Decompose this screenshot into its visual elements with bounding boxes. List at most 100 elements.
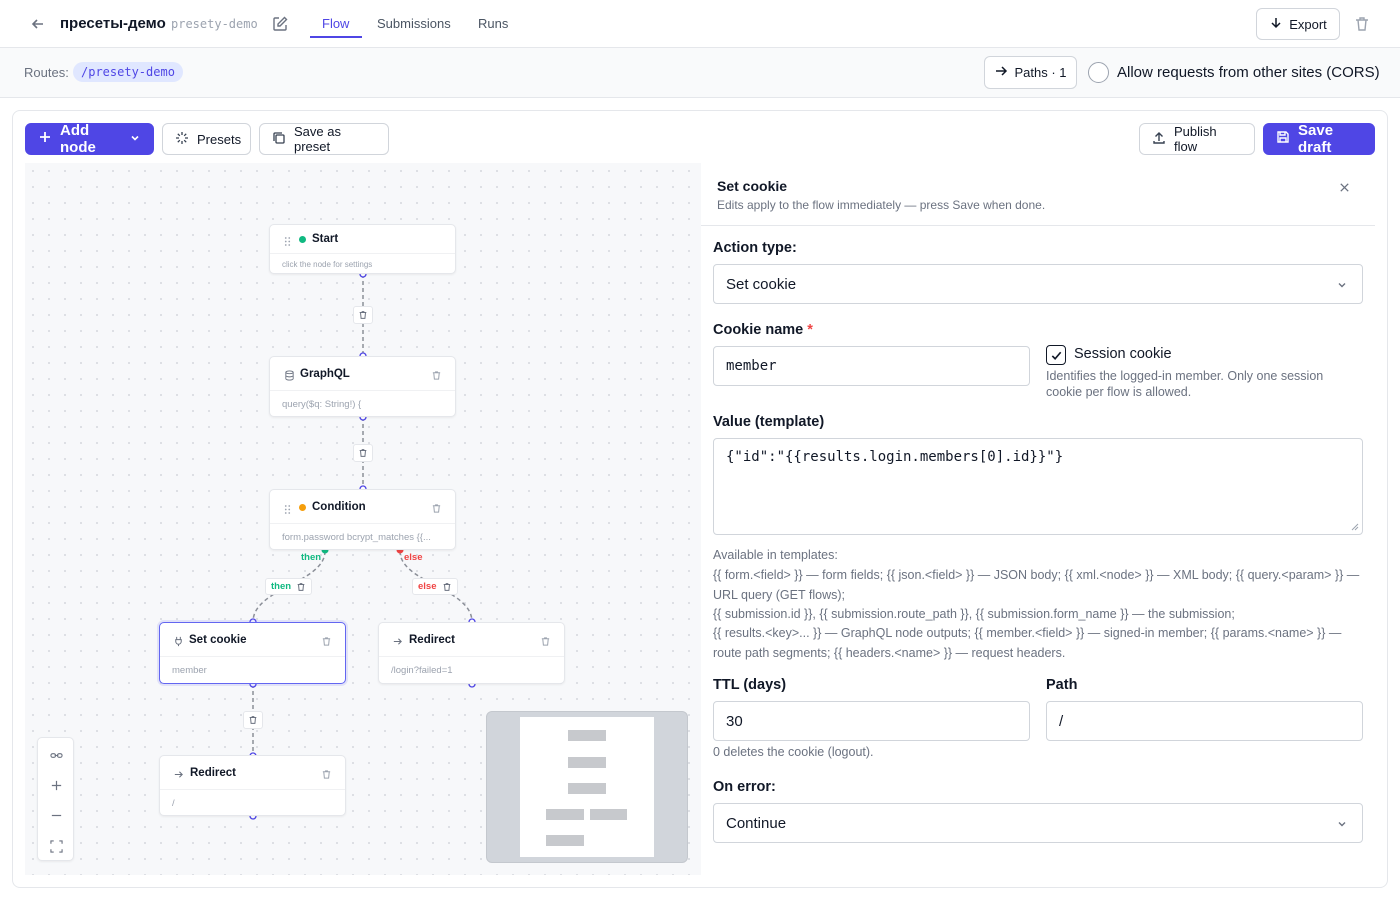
- routes-bar: Routes: /presety-demo Paths · 1 Allow re…: [0, 48, 1400, 98]
- arrow-right-icon: [173, 767, 185, 779]
- node-subtitle: /: [172, 798, 175, 809]
- value-template-label: Value (template): [713, 414, 825, 430]
- delete-node-trash-icon[interactable]: [431, 501, 443, 513]
- chevron-down-icon: [129, 131, 141, 148]
- edge-delete-button[interactable]: [353, 444, 373, 462]
- zoom-out-icon[interactable]: [47, 806, 65, 824]
- action-type-value: Set cookie: [726, 275, 797, 293]
- flow-slug: presety-demo: [171, 17, 258, 31]
- trash-icon: [443, 582, 450, 591]
- delete-node-trash-icon[interactable]: [321, 767, 333, 779]
- edge-delete-button[interactable]: [353, 306, 373, 324]
- edit-icon[interactable]: [271, 15, 289, 33]
- add-node-button[interactable]: Add node: [25, 122, 154, 156]
- export-button[interactable]: Export: [1256, 8, 1340, 40]
- cookie-name-label-text: Cookie name: [713, 322, 804, 338]
- minimap[interactable]: [486, 711, 688, 863]
- node-header: Condition: [270, 490, 455, 524]
- arrow-right-icon: [392, 634, 404, 646]
- node-title: Start: [312, 233, 339, 245]
- node-redirect-end[interactable]: Redirect /: [159, 755, 346, 816]
- top-bar: пресеты-демо presety-demo Flow Submissio…: [0, 0, 1400, 48]
- trash-icon: [249, 716, 257, 724]
- trash-icon: [297, 582, 305, 591]
- chevron-down-icon: [1336, 817, 1348, 829]
- action-type-select[interactable]: Set cookie: [713, 264, 1363, 304]
- presets-button[interactable]: Presets: [162, 123, 251, 155]
- minimap-viewport[interactable]: [520, 717, 654, 857]
- flow-title: пресеты-демо: [60, 15, 166, 32]
- node-subtitle: click the node for settings: [282, 260, 373, 269]
- save-as-preset-button[interactable]: Save as preset: [259, 123, 389, 155]
- save-draft-label: Save draft: [1298, 122, 1334, 156]
- required-asterisk: *: [807, 322, 813, 338]
- delete-node-trash-icon[interactable]: [540, 634, 552, 646]
- upload-icon: [1152, 131, 1166, 148]
- ttl-input[interactable]: 30: [713, 701, 1030, 741]
- value-template-textarea[interactable]: {"id":"{{results.login.members[0].id}}"}: [713, 438, 1363, 535]
- drag-handle-icon[interactable]: [284, 502, 291, 520]
- delete-node-trash-icon[interactable]: [321, 634, 333, 646]
- templates-help-line: {{ results.<key>... }} — GraphQL node ou…: [713, 626, 1342, 660]
- node-graphql[interactable]: GraphQL query($q: String!) {: [269, 356, 456, 417]
- checkmark-icon: [1051, 351, 1061, 360]
- save-draft-button[interactable]: Save draft: [1263, 122, 1375, 156]
- resize-handle-icon: [1351, 523, 1359, 531]
- tab-submissions[interactable]: Submissions: [377, 16, 451, 31]
- node-condition[interactable]: Condition form.password bcrypt_matches {…: [269, 489, 456, 550]
- templates-help-line: {{ form.<field> }} — form fields; {{ jso…: [713, 568, 1360, 602]
- delete-flow-trash-icon[interactable]: [1353, 15, 1371, 33]
- tab-flow[interactable]: Flow: [322, 16, 349, 31]
- tab-runs[interactable]: Runs: [478, 16, 508, 31]
- cookie-name-input[interactable]: member: [713, 346, 1030, 386]
- node-set-cookie[interactable]: Set cookie member: [159, 622, 346, 684]
- then-edge-label: then: [271, 581, 292, 592]
- then-edge-button[interactable]: then: [265, 578, 313, 595]
- value-template-text: {"id":"{{results.login.members[0].id}}"}: [726, 449, 1064, 465]
- cors-toggle[interactable]: [1088, 62, 1109, 83]
- action-type-label: Action type:: [713, 240, 797, 256]
- flow-canvas[interactable]: Start click the node for settings GraphQ…: [25, 163, 701, 875]
- save-as-preset-label: Save as preset: [294, 124, 341, 154]
- node-subtitle: form.password bcrypt_matches {{...: [282, 532, 431, 543]
- status-dot-icon: [299, 504, 306, 511]
- else-edge-button[interactable]: else: [412, 578, 458, 595]
- node-subtitle: /login?failed=1: [391, 665, 453, 676]
- templates-help-line: {{ submission.id }}, {{ submission.route…: [713, 607, 1235, 621]
- publish-flow-button[interactable]: Publish flow: [1139, 123, 1255, 155]
- delete-node-trash-icon[interactable]: [431, 368, 443, 380]
- ttl-label: TTL (days): [713, 677, 787, 693]
- path-value: /: [1059, 712, 1064, 730]
- node-header: Redirect: [160, 756, 345, 790]
- node-redirect-failed[interactable]: Redirect /login?failed=1: [378, 622, 565, 684]
- node-title: Redirect: [409, 634, 456, 646]
- close-icon[interactable]: [1338, 181, 1352, 195]
- fit-view-icon[interactable]: [47, 837, 65, 855]
- minimap-node: [568, 783, 606, 794]
- presets-label: Presets: [197, 131, 242, 147]
- add-node-label: Add node: [60, 122, 96, 156]
- on-error-select[interactable]: Continue: [713, 803, 1363, 843]
- path-input[interactable]: /: [1046, 701, 1363, 741]
- drag-handle-icon[interactable]: [284, 234, 291, 252]
- else-branch-tag: else: [404, 552, 423, 563]
- panel-header: Set cookie Edits apply to the flow immed…: [701, 163, 1375, 226]
- download-arrow-icon: [1269, 16, 1283, 33]
- node-start[interactable]: Start click the node for settings: [269, 224, 456, 274]
- session-cookie-hint: Identifies the logged-in member. Only on…: [1046, 369, 1324, 399]
- session-cookie-checkbox[interactable]: [1046, 345, 1066, 365]
- cors-label: Allow requests from other sites (CORS): [1117, 64, 1380, 81]
- link-icon[interactable]: [47, 746, 65, 764]
- sparkle-icon: [175, 131, 189, 148]
- paths-button[interactable]: Paths · 1: [984, 56, 1077, 89]
- minimap-node: [590, 809, 627, 820]
- edge-delete-button[interactable]: [243, 711, 263, 729]
- route-chip[interactable]: /presety-demo: [73, 62, 183, 82]
- back-arrow-icon[interactable]: [28, 14, 48, 34]
- zoom-in-icon[interactable]: [47, 776, 65, 794]
- zoom-controls: [37, 737, 74, 861]
- save-disk-icon: [1276, 130, 1290, 148]
- trash-icon: [359, 449, 367, 457]
- on-error-value: Continue: [726, 814, 787, 832]
- export-label: Export: [1289, 16, 1327, 32]
